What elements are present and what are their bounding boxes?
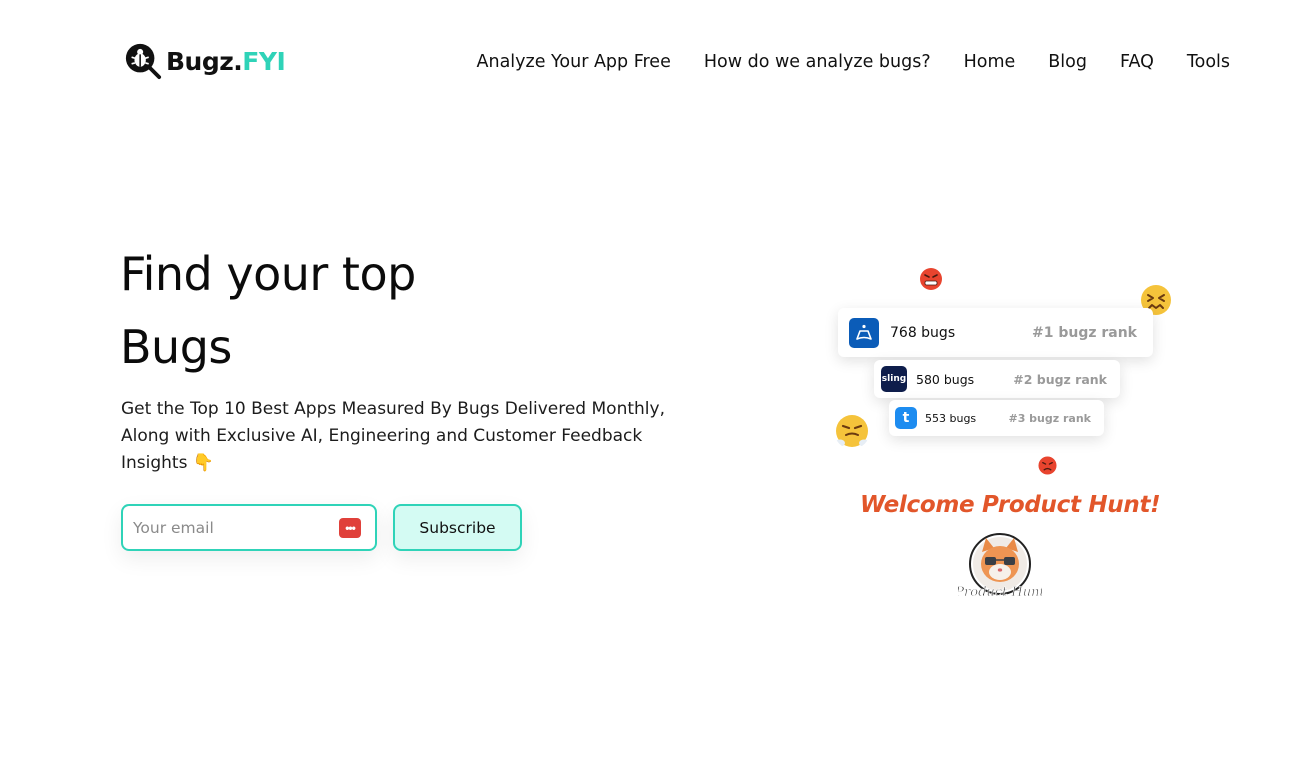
ranking-card-2-bugs: 580 bugs xyxy=(916,371,975,387)
pouting-face-emoji-icon xyxy=(1038,456,1057,475)
ranking-card-3-rank: #3 bugz rank xyxy=(1008,411,1091,425)
sling-app-icon: sling xyxy=(881,366,907,392)
subscribe-button[interactable]: Subscribe xyxy=(393,504,522,551)
ranking-card-1-rank: #1 bugz rank xyxy=(1031,324,1137,341)
product-hunt-kitty-badge-icon: Product Hunt xyxy=(958,533,1042,600)
ranking-card-2[interactable]: sling 580 bugs #2 bugz rank xyxy=(874,360,1120,398)
hero-title: Find your top Bugs xyxy=(120,238,416,384)
hero-subtitle: Get the Top 10 Best Apps Measured By Bug… xyxy=(121,399,665,473)
nav-blog[interactable]: Blog xyxy=(1048,52,1087,72)
email-field-wrapper: ••• xyxy=(121,504,377,551)
email-input[interactable] xyxy=(133,518,339,537)
hero-title-line2: Bugs xyxy=(120,320,232,374)
nav-analyze-app[interactable]: Analyze Your App Free xyxy=(477,52,671,72)
ranking-card-3[interactable]: t 553 bugs #3 bugz rank xyxy=(889,400,1104,436)
nav-faq[interactable]: FAQ xyxy=(1120,52,1154,72)
brand-name: Bugz.FYI xyxy=(166,46,286,76)
gamepad-app-icon xyxy=(849,317,879,348)
nav-how-we-analyze[interactable]: How do we analyze bugs? xyxy=(704,52,931,72)
ranking-card-2-rank: #2 bugz rank xyxy=(1013,371,1107,387)
ranking-card-1-bugs: 768 bugs xyxy=(890,324,956,341)
hero-title-line1: Find your top xyxy=(120,247,416,301)
brand-name-main: Bugz. xyxy=(166,46,243,76)
nav-home[interactable]: Home xyxy=(964,52,1016,72)
product-hunt-script-text: Product Hunt xyxy=(958,585,1042,600)
nav-tools[interactable]: Tools xyxy=(1187,52,1230,72)
huffing-face-emoji-icon xyxy=(835,415,869,447)
welcome-product-hunt-text: Welcome Product Hunt! xyxy=(860,492,1161,518)
main-nav: Analyze Your App Free How do we analyze … xyxy=(477,52,1230,72)
bug-magnifier-icon xyxy=(125,43,162,80)
password-manager-icon[interactable]: ••• xyxy=(339,517,361,538)
angry-face-emoji-icon xyxy=(920,268,942,290)
brand-logo-link[interactable]: Bugz.FYI xyxy=(124,42,286,80)
brand-name-accent: FYI xyxy=(242,46,286,76)
tubi-app-icon: t xyxy=(895,407,917,429)
ranking-card-3-bugs: 553 bugs xyxy=(925,411,977,425)
ranking-card-1[interactable]: 768 bugs #1 bugz rank xyxy=(838,308,1153,357)
